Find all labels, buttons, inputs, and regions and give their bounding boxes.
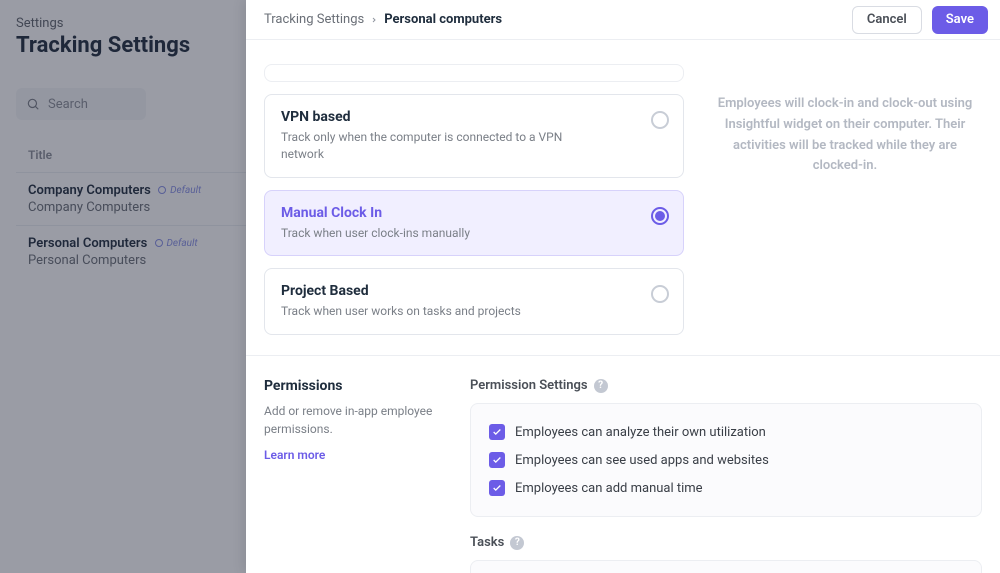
checkbox-icon — [489, 452, 505, 468]
option-project-based[interactable]: Project Based Track when user works on t… — [264, 268, 684, 335]
option-title: Project Based — [281, 283, 667, 299]
option-title: VPN based — [281, 109, 667, 125]
option-vpn-based[interactable]: VPN based Track only when the computer i… — [264, 94, 684, 178]
checkbox-icon — [489, 424, 505, 440]
breadcrumb: Tracking Settings Personal computers — [264, 12, 502, 27]
permissions-desc: Add or remove in-app employee permission… — [264, 402, 442, 438]
help-icon[interactable]: ? — [594, 379, 608, 393]
tracking-options: VPN based Track only when the computer i… — [264, 40, 684, 347]
checkbox-icon — [489, 480, 505, 496]
perm-see-apps-websites[interactable]: Employees can see used apps and websites — [489, 446, 963, 474]
tasks-heading: Tasks ? — [470, 535, 982, 550]
permission-settings-label: Permission Settings — [470, 378, 588, 393]
radio-icon[interactable] — [651, 285, 669, 303]
chevron-right-icon — [370, 16, 378, 24]
perm-label: Employees can add manual time — [515, 481, 703, 496]
radio-icon[interactable] — [651, 111, 669, 129]
permissions-heading: Permissions — [264, 378, 442, 394]
option-title: Manual Clock In — [281, 205, 667, 221]
help-icon[interactable]: ? — [510, 536, 524, 550]
perm-add-manual-time[interactable]: Employees can add manual time — [489, 474, 963, 502]
perm-label: Employees can see used apps and websites — [515, 453, 769, 468]
option-desc: Track only when the computer is connecte… — [281, 129, 581, 163]
permission-settings-heading: Permission Settings ? — [470, 378, 982, 393]
perm-analyze-utilization[interactable]: Employees can analyze their own utilizat… — [489, 418, 963, 446]
tasks-box: Track time on tasks Allow employees to a… — [470, 560, 982, 573]
permissions-section: Permissions Add or remove in-app employe… — [246, 355, 1000, 573]
tasks-label: Tasks — [470, 535, 504, 550]
option-info-text: Employees will clock-in and clock-out us… — [708, 40, 982, 347]
option-card-cutoff[interactable] — [264, 64, 684, 82]
perm-label: Employees can analyze their own utilizat… — [515, 425, 766, 440]
panel-header: Tracking Settings Personal computers Can… — [246, 0, 1000, 40]
save-button[interactable]: Save — [932, 6, 988, 34]
side-panel: Tracking Settings Personal computers Can… — [246, 0, 1000, 573]
learn-more-link[interactable]: Learn more — [264, 448, 325, 462]
cancel-button[interactable]: Cancel — [852, 6, 922, 34]
panel-body: VPN based Track only when the computer i… — [246, 40, 1000, 573]
option-desc: Track when user works on tasks and proje… — [281, 303, 581, 320]
permission-settings-box: Employees can analyze their own utilizat… — [470, 403, 982, 517]
option-desc: Track when user clock-ins manually — [281, 225, 581, 242]
radio-icon[interactable] — [651, 207, 669, 225]
option-manual-clock-in[interactable]: Manual Clock In Track when user clock-in… — [264, 190, 684, 257]
breadcrumb-root[interactable]: Tracking Settings — [264, 12, 364, 27]
breadcrumb-leaf: Personal computers — [384, 12, 502, 27]
